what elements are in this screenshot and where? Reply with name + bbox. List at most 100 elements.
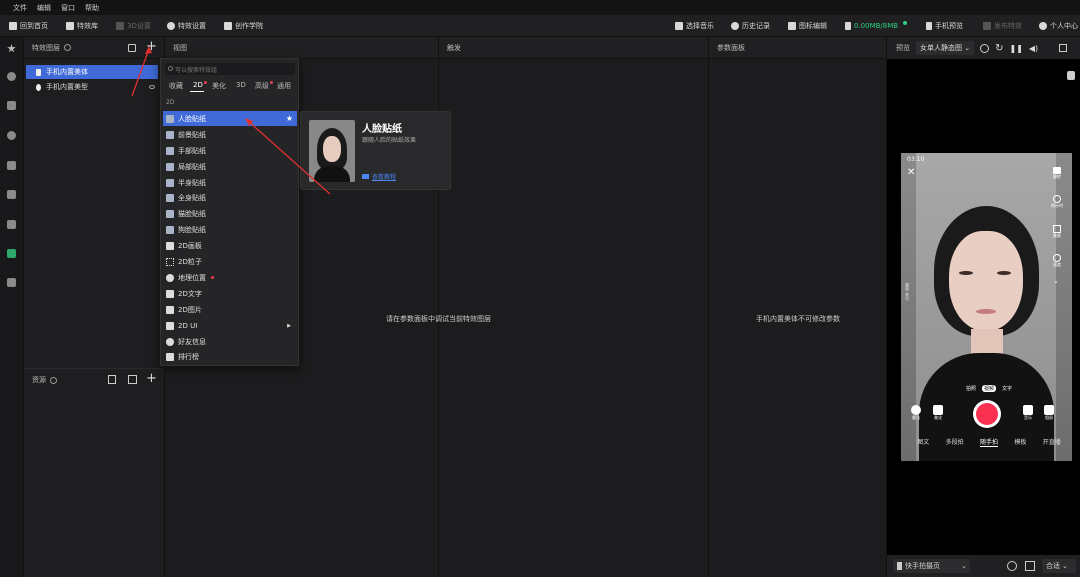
home-button[interactable]: 回到首页 — [9, 15, 48, 37]
sticker-icon — [166, 162, 174, 171]
tab-favorites[interactable]: 收藏 — [169, 81, 183, 91]
effects-library-button[interactable]: 特效库 — [66, 15, 98, 37]
face-icon — [36, 83, 41, 91]
history-button[interactable]: 历史记录 — [731, 15, 770, 37]
new-dot — [270, 81, 273, 84]
params-empty-message: 手机内置美体不可修改参数 — [756, 315, 840, 323]
camera-icon[interactable] — [980, 43, 990, 53]
sticker-icon — [166, 114, 174, 123]
tab-general[interactable]: 通用 — [277, 81, 291, 91]
item-halfbody-sticker[interactable]: 半身贴纸 — [163, 175, 297, 190]
preview-header: 预览 女单人静态图 ⌄ ↻ ❚❚ ◀) — [887, 37, 1080, 59]
beautify-control: 美化 — [933, 405, 943, 421]
add-file-icon[interactable] — [128, 44, 136, 52]
scan-icon[interactable] — [7, 249, 16, 258]
item-local-sticker[interactable]: 局部贴纸 — [163, 159, 297, 174]
effect-info-card: 人脸贴纸 跟随人脸的贴纸效果 查看教程 — [300, 111, 451, 190]
camera-icon — [1053, 167, 1061, 174]
canvas-icon — [166, 241, 174, 250]
card-title: 人脸贴纸 — [362, 124, 402, 135]
capture-page-select[interactable]: 快手拍摄页 ⌄ — [893, 559, 970, 573]
settings-3d-button[interactable]: 3D设置 — [116, 15, 151, 37]
item-2d-image[interactable]: 2D图片 — [163, 302, 297, 317]
brush-icon[interactable] — [7, 101, 16, 110]
tab-2d[interactable]: 2D — [193, 81, 207, 89]
item-2d-particles[interactable]: 2D粒子 — [163, 254, 297, 269]
tab-beautify[interactable]: 美化 — [212, 81, 226, 91]
item-fullbody-sticker[interactable]: 全身贴纸 — [163, 190, 297, 205]
timer-icon — [1053, 195, 1061, 203]
view-tutorial-link[interactable]: 查看教程 — [362, 172, 396, 181]
sticker-icon[interactable] — [7, 131, 16, 140]
phone-icon — [897, 562, 902, 570]
face-icon[interactable] — [7, 72, 16, 81]
item-2d-canvas[interactable]: 2D画板 — [163, 238, 297, 253]
edit-icon[interactable] — [7, 220, 16, 229]
profile-button[interactable]: 个人中心 — [1039, 15, 1078, 37]
phone-preview: 03:10 ✕ 翻转 倒计时 美颜 速度 ⌄ 魔表 美化 拍照 视频 文字 魔法… — [901, 153, 1072, 461]
add-layer-icon[interactable]: + — [146, 39, 157, 54]
crop-icon[interactable] — [1025, 561, 1035, 571]
tab-3d[interactable]: 3D — [236, 81, 246, 89]
hand-icon[interactable] — [1067, 71, 1075, 80]
item-face-sticker[interactable]: 人脸贴纸 ★ — [163, 111, 297, 126]
beauty-icon — [1053, 225, 1061, 233]
active-tab-underline — [190, 91, 204, 92]
add-folder-icon[interactable] — [128, 375, 137, 384]
record-icon[interactable] — [1007, 561, 1017, 571]
tab-advanced[interactable]: 高级 — [255, 81, 273, 91]
phone-mode-switch: 拍照 视频 文字 — [965, 385, 1013, 392]
new-dot — [203, 81, 207, 84]
phone-preview-button[interactable]: 手机预览 — [926, 15, 963, 37]
layer-item-shape[interactable]: 手机内置美型 — [26, 80, 158, 94]
model-select[interactable]: 女单人静态图 ⌄ — [916, 41, 975, 55]
new-dot — [211, 276, 214, 279]
add-asset-icon[interactable]: + — [146, 371, 157, 386]
info-icon[interactable] — [50, 376, 57, 384]
layout-icon[interactable] — [1059, 44, 1068, 52]
record-dot — [976, 403, 998, 425]
item-foreground-sticker[interactable]: 前景贴纸 — [163, 127, 297, 142]
zoom-select[interactable]: 合适 ⌄ — [1042, 559, 1076, 573]
pause-icon[interactable]: ❚❚ — [1009, 44, 1022, 53]
document-icon[interactable] — [7, 278, 16, 287]
icon-edit-button[interactable]: 图标编辑 — [788, 15, 827, 37]
volume-icon[interactable]: ◀) — [1029, 44, 1038, 53]
select-music-button[interactable]: 选择音乐 — [675, 15, 714, 37]
item-2d-ui[interactable]: 2D UI ▶ — [163, 318, 297, 333]
location-icon — [166, 273, 174, 282]
star-icon[interactable]: ★ — [286, 114, 293, 123]
music-note-icon — [1023, 405, 1033, 415]
refresh-icon[interactable]: ↻ — [995, 43, 1003, 54]
music-control: 音乐 — [1023, 405, 1033, 421]
palette-icon[interactable] — [7, 161, 16, 170]
menu-edit[interactable]: 编辑 — [37, 3, 51, 13]
import-file-icon[interactable] — [108, 375, 116, 384]
item-location[interactable]: 地理位置 — [163, 270, 297, 285]
item-leaderboard[interactable]: 排行榜 — [163, 349, 297, 364]
publish-button[interactable]: 发布特效 — [983, 15, 1022, 37]
item-friend-info[interactable]: 好友信息 — [163, 334, 297, 349]
phone-time: 03:10 — [907, 156, 925, 163]
assets-title: 资源 — [32, 376, 46, 384]
academy-button[interactable]: 创作学院 — [224, 15, 263, 37]
close-icon: ✕ — [907, 167, 916, 178]
info-icon[interactable] — [64, 44, 71, 51]
item-dogface-sticker[interactable]: 狗脸贴纸 — [163, 222, 297, 237]
status-dot — [903, 21, 908, 25]
layer-item-body[interactable]: 手机内置美体 — [26, 65, 158, 79]
menu-window[interactable]: 窗口 — [61, 3, 75, 13]
item-hand-sticker[interactable]: 手部贴纸 — [163, 143, 297, 158]
star-icon[interactable] — [7, 44, 16, 53]
item-2d-text[interactable]: 2D文字 — [163, 286, 297, 301]
effect-settings-button[interactable]: 特效设置 — [167, 15, 206, 37]
image-icon — [166, 305, 174, 314]
eye-icon[interactable] — [149, 85, 155, 89]
text-icon — [166, 289, 174, 298]
filter-icon[interactable] — [7, 190, 16, 199]
assets-header: 资源 + — [24, 369, 164, 391]
menu-file[interactable]: 文件 — [13, 3, 27, 13]
menu-help[interactable]: 帮助 — [85, 3, 99, 13]
effect-search-input[interactable]: 可以搜索特效组 — [165, 63, 295, 75]
item-catface-sticker[interactable]: 猫脸贴纸 — [163, 206, 297, 221]
